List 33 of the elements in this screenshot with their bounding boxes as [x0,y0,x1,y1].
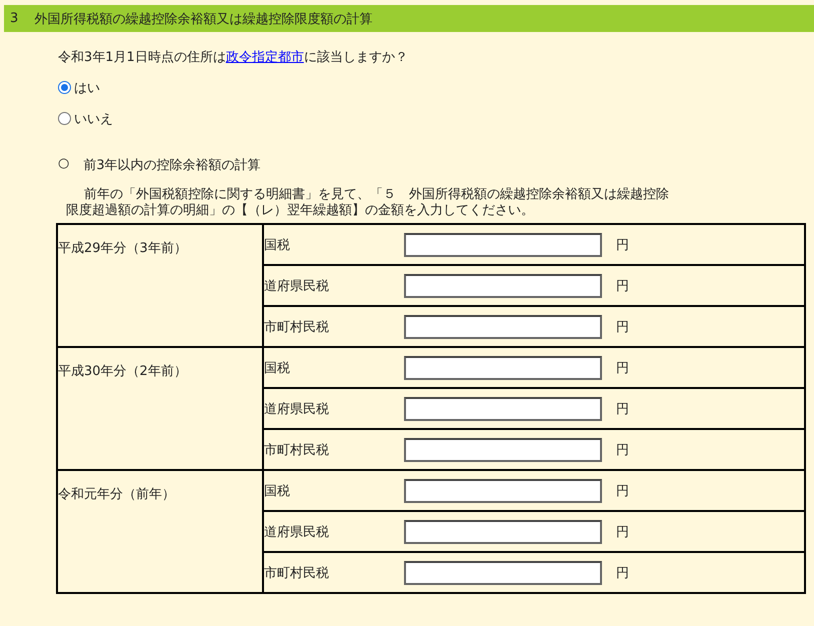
section-number: 3 [10,11,18,26]
input-field[interactable] [404,438,602,462]
input-field[interactable] [404,314,602,338]
unit-label: 円 [604,265,805,306]
instruction-text: 前年の「外国税額控除に関する明細書」を見て、「５ 外国所得税額の繰越控除余裕額又は繰越控除限度超過額の計算の明細」の【（レ）翌年繰越額】の金額を入力してください。 [66,187,670,219]
unit-label: 円 [604,552,805,593]
link[interactable]: 政令指定都市 [226,50,304,65]
input-field[interactable] [404,478,602,502]
unit-label: 円 [604,470,805,511]
question-text: 令和3年1月1日時点の住所は政令指定都市に該当しますか？ [58,49,409,66]
unit-label: 円 [604,429,805,470]
input-field[interactable] [404,232,602,256]
input-field[interactable] [404,520,602,544]
input-field[interactable] [404,356,602,380]
input-field[interactable] [404,274,602,298]
unit-label: 円 [604,347,805,388]
circle-mark: ○ [58,156,70,173]
table-cell: 平成29年分（3年前） [57,224,263,347]
input-field[interactable] [404,396,602,420]
table-cell: 平成30年分（2年前） [57,347,263,470]
section-title: 外国所得税額の繰越控除余裕額又は繰越控除限度額の計算 [34,10,372,28]
radio-label: いいえ [74,110,113,128]
radio-button[interactable] [58,112,71,125]
subsection-title: 前3年以内の控除余裕額の計算 [83,157,261,174]
table-cell: 国税 [263,224,404,265]
unit-label: 円 [604,306,805,347]
unit-label: 円 [604,224,805,265]
radio-button[interactable] [58,81,71,94]
unit-label: 円 [604,388,805,429]
unit-label: 円 [604,511,805,552]
input-field[interactable] [404,560,602,584]
table-cell: 令和元年分（前年） [57,470,263,593]
radio-label: はい [74,80,100,96]
